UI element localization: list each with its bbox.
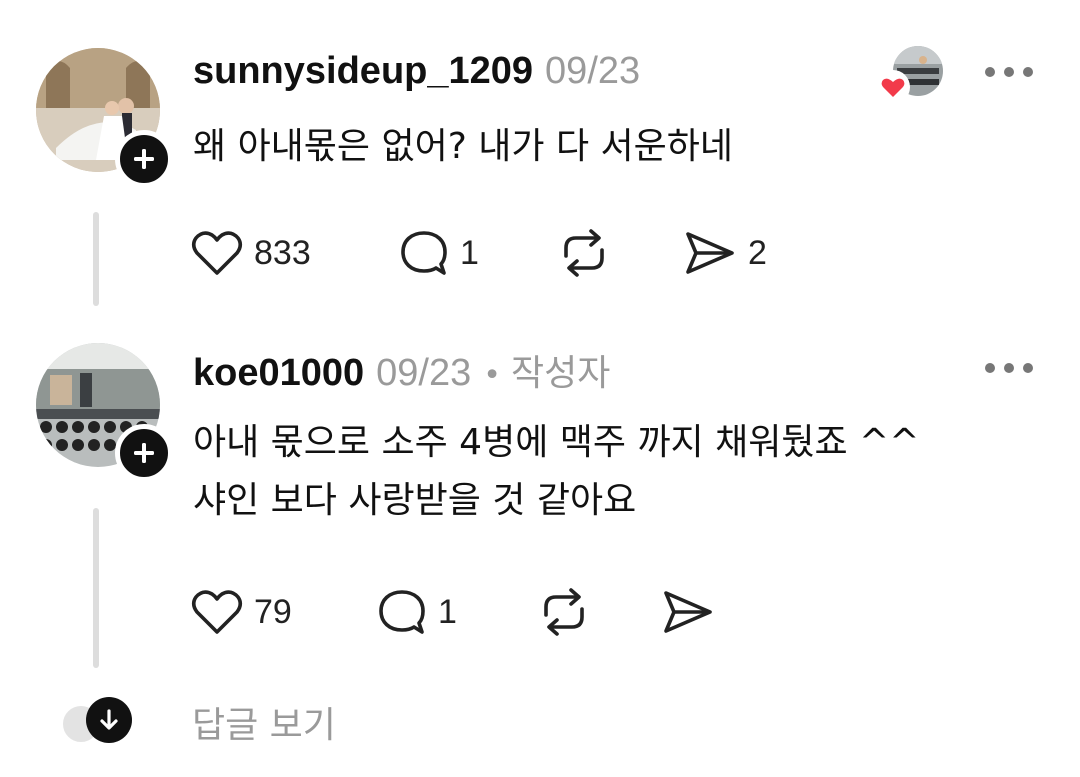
comment-item: koe01000 09/23 • 작성자 아내 몫으로 소주 4병에 맥주 까지… <box>0 330 1080 670</box>
plus-icon <box>134 149 154 169</box>
comment-icon <box>401 231 447 275</box>
like-count: 833 <box>254 233 311 272</box>
like-button[interactable]: 833 <box>190 228 311 278</box>
comment-header: sunnysideup_1209 09/23 <box>193 50 640 93</box>
like-count: 79 <box>254 592 292 631</box>
repost-button[interactable] <box>536 587 592 637</box>
username[interactable]: sunnysideup_1209 <box>193 50 533 93</box>
heart-icon <box>191 590 243 634</box>
share-count: 2 <box>748 233 767 272</box>
follow-button[interactable] <box>115 424 173 482</box>
reply-button[interactable]: 1 <box>376 587 457 637</box>
comment-text: 아내 몫으로 소주 4병에 맥주 까지 채워뒀죠 ^^ 샤인 보다 사랑받을 것… <box>193 414 919 530</box>
view-replies-link[interactable]: 답글 보기 <box>192 696 336 748</box>
like-button[interactable]: 79 <box>190 587 292 637</box>
reply-count: 1 <box>460 233 479 272</box>
comment-item: sunnysideup_1209 09/23 왜 아내몫은 없어? 내가 다 서… <box>0 0 1080 330</box>
username[interactable]: koe01000 <box>193 352 364 395</box>
action-bar: 833 1 2 <box>190 228 890 278</box>
author-badge: 작성자 <box>510 353 611 394</box>
share-button[interactable] <box>660 587 716 637</box>
thread-line <box>93 508 99 668</box>
reply-avatars <box>60 694 140 750</box>
reply-count: 1 <box>438 592 457 631</box>
comment-icon <box>379 590 425 634</box>
view-replies-row[interactable]: 답글 보기 <box>60 694 336 750</box>
more-options-icon[interactable] <box>985 65 1033 79</box>
comment-text-line: 아내 몫으로 소주 4병에 맥주 까지 채워뒀죠 ^^ <box>193 422 920 463</box>
repost-button[interactable] <box>556 228 612 278</box>
repost-icon <box>564 229 604 277</box>
share-button[interactable]: 2 <box>682 228 767 278</box>
comment-header: koe01000 09/23 • 작성자 <box>193 344 610 396</box>
separator: • <box>483 358 501 393</box>
send-icon <box>664 591 712 633</box>
comment-text-line: 샤인 보다 사랑받을 것 같아요 <box>193 480 637 521</box>
plus-icon <box>134 443 154 463</box>
liked-heart-icon <box>876 70 910 104</box>
comment-text-line: 왜 아내몫은 없어? 내가 다 서운하네 <box>193 126 734 167</box>
thread-line <box>93 212 99 306</box>
timestamp: 09/23 <box>376 352 472 394</box>
action-bar: 79 1 <box>190 587 890 637</box>
threads-comment-view: sunnysideup_1209 09/23 왜 아내몫은 없어? 내가 다 서… <box>0 0 1080 777</box>
repost-icon <box>544 588 584 636</box>
reply-button[interactable]: 1 <box>398 228 479 278</box>
arrow-down-icon <box>86 697 132 743</box>
timestamp: 09/23 <box>545 50 641 92</box>
send-icon <box>686 232 734 274</box>
follow-button[interactable] <box>115 130 173 188</box>
more-options-icon[interactable] <box>985 361 1033 375</box>
comment-text: 왜 아내몫은 없어? 내가 다 서운하네 <box>193 118 733 176</box>
heart-icon <box>191 231 243 275</box>
